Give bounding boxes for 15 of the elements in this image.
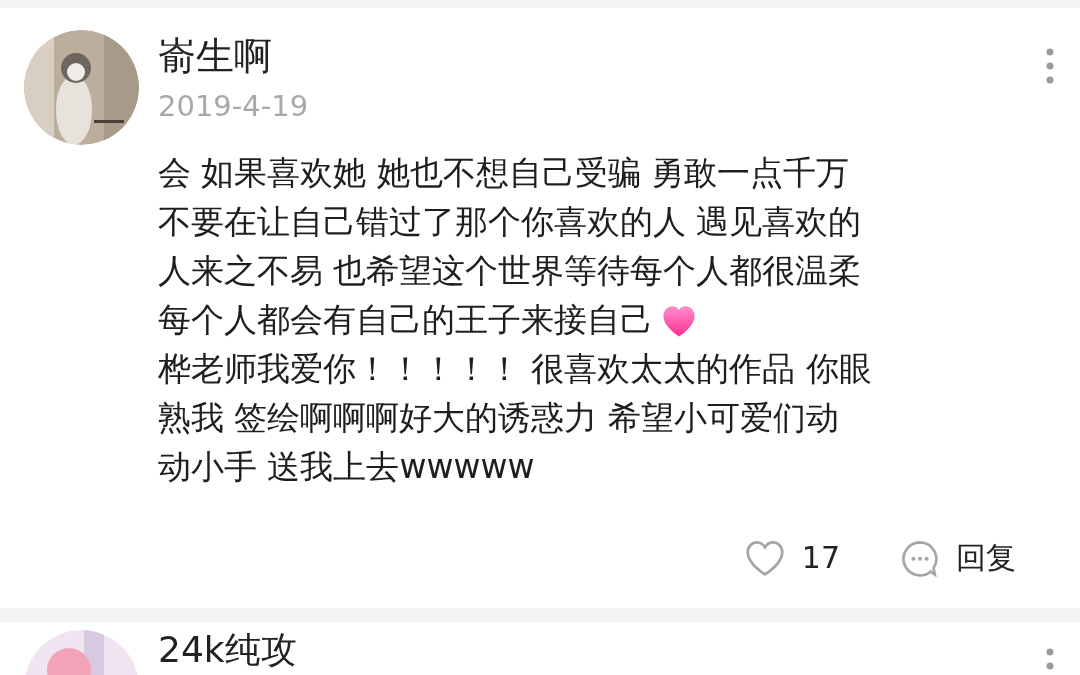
comment-line: 桦老师我爱你！！！！！ 很喜欢太太的作品 你眼 xyxy=(158,348,872,390)
comment-line: 每个人都会有自己的王子来接自己 xyxy=(158,299,653,341)
username[interactable]: 24k纯攻 xyxy=(158,630,297,670)
heart-outline-icon xyxy=(743,538,786,577)
comment-line: 动小手 送我上去wwwww xyxy=(158,446,535,488)
comment-line: 熟我 签绘啊啊啊好大的诱惑力 希望小可爱们动 xyxy=(158,397,839,439)
more-icon[interactable] xyxy=(1046,48,1054,84)
comment-line: 不要在让自己错过了那个你喜欢的人 遇见喜欢的 xyxy=(158,201,862,243)
reply-button[interactable]: 回复 xyxy=(900,535,1016,580)
post-date: 2019-4-19 xyxy=(158,88,309,125)
speech-bubble-icon xyxy=(900,538,940,577)
username[interactable]: 嵛生啊 xyxy=(158,30,309,82)
comment-line: 人来之不易 也希望这个世界等待每个人都很温柔 xyxy=(158,250,862,292)
comment-line: 会 如果喜欢她 她也不想自己受骗 勇敢一点千万 xyxy=(158,152,850,194)
like-button[interactable]: 17 xyxy=(743,535,840,580)
